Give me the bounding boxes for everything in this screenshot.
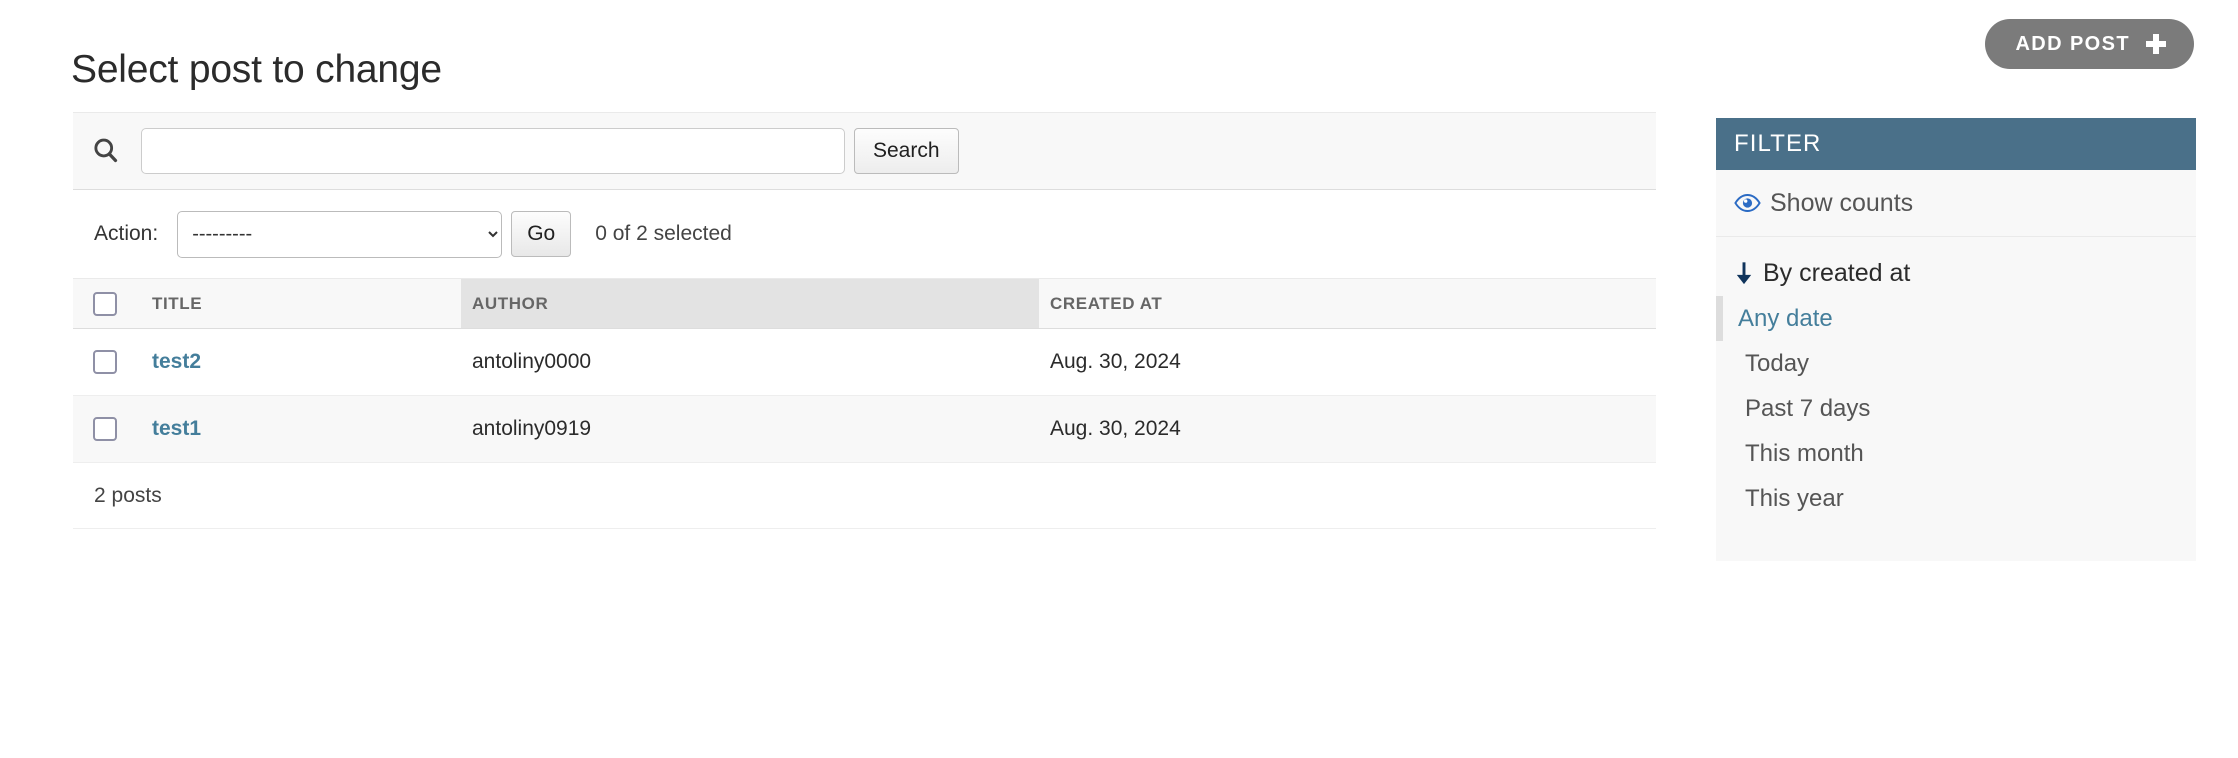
filter-choice-label: This month	[1745, 439, 1864, 467]
filter-choice-label: Past 7 days	[1745, 394, 1871, 422]
column-header-title-label: TITLE	[152, 293, 203, 313]
arrow-down-icon	[1734, 261, 1754, 285]
results-count: 2 posts	[73, 463, 1656, 529]
row-created-at-value: Aug. 30, 2024	[1050, 350, 1181, 373]
filter-choice-any-date[interactable]: Any date	[1716, 296, 2196, 341]
filter-choice-today[interactable]: Today	[1716, 341, 2196, 386]
filter-sidebar: FILTER Show counts By created at Any dat…	[1716, 118, 2196, 561]
changelist-main: Search Action: --------- Go 0 of 2 selec…	[73, 112, 1656, 529]
filter-group-title[interactable]: By created at	[1716, 250, 2196, 296]
filter-choice-label: Any date	[1738, 304, 1833, 332]
column-header-created-at-label: CREATED AT	[1050, 293, 1163, 313]
row-created-at-value: Aug. 30, 2024	[1050, 417, 1181, 440]
search-input[interactable]	[141, 128, 845, 174]
show-counts-label: Show counts	[1770, 188, 1914, 217]
row-created-at-cell: Aug. 30, 2024	[1039, 395, 1656, 463]
action-go-button[interactable]: Go	[511, 211, 572, 257]
row-select-checkbox[interactable]	[93, 417, 117, 441]
page-title: Select post to change	[71, 48, 442, 92]
column-header-title[interactable]: TITLE	[141, 278, 461, 329]
row-select-checkbox[interactable]	[93, 350, 117, 374]
filter-choice-label: This year	[1745, 484, 1844, 512]
row-title-cell: test1	[141, 395, 461, 463]
filter-choice-this-year[interactable]: This year	[1716, 476, 2196, 521]
table-header-row: TITLE AUTHOR CREATED AT	[73, 278, 1656, 329]
selection-counter: 0 of 2 selected	[595, 222, 732, 245]
row-select-cell[interactable]	[73, 395, 141, 463]
row-title-link[interactable]: test1	[152, 417, 201, 440]
row-author-cell: antoliny0000	[461, 328, 1039, 396]
results-table: TITLE AUTHOR CREATED AT test2 antoliny00…	[73, 278, 1656, 463]
filter-group-by-created-at: By created at Any date Today Past 7 days…	[1716, 237, 2196, 561]
show-counts-toggle[interactable]: Show counts	[1716, 170, 2196, 237]
row-title-link[interactable]: test2	[152, 350, 201, 373]
row-author-value: antoliny0919	[472, 417, 592, 440]
row-title-cell: test2	[141, 328, 461, 396]
select-all-checkbox[interactable]	[93, 291, 117, 316]
eye-icon	[1734, 193, 1761, 213]
row-created-at-cell: Aug. 30, 2024	[1039, 328, 1656, 396]
row-author-cell: antoliny0919	[461, 395, 1039, 463]
column-header-author-label: AUTHOR	[472, 293, 549, 313]
action-label: Action:	[94, 222, 159, 245]
column-header-created-at[interactable]: CREATED AT	[1039, 278, 1656, 329]
add-post-button[interactable]: ADD POST	[1985, 19, 2194, 69]
column-header-author[interactable]: AUTHOR	[461, 278, 1039, 329]
page-header: Select post to change ADD POST	[0, 0, 2238, 96]
search-icon	[91, 136, 121, 166]
filter-choice-label: Today	[1745, 349, 1810, 377]
filter-choice-past-7-days[interactable]: Past 7 days	[1716, 386, 2196, 431]
add-post-button-label: ADD POST	[2015, 32, 2130, 55]
row-author-value: antoliny0000	[472, 350, 592, 373]
filter-header: FILTER	[1716, 118, 2196, 170]
search-submit-button[interactable]: Search	[854, 128, 959, 174]
action-bar: Action: --------- Go 0 of 2 selected	[73, 190, 1656, 278]
plus-icon	[2146, 34, 2166, 54]
filter-group-title-label: By created at	[1763, 258, 1911, 287]
search-bar: Search	[73, 112, 1656, 190]
table-row: test1 antoliny0919 Aug. 30, 2024	[73, 395, 1656, 463]
table-row: test2 antoliny0000 Aug. 30, 2024	[73, 328, 1656, 396]
action-select[interactable]: ---------	[177, 210, 503, 258]
column-header-select-all[interactable]	[73, 278, 141, 329]
filter-choice-this-month[interactable]: This month	[1716, 431, 2196, 476]
row-select-cell[interactable]	[73, 328, 141, 396]
